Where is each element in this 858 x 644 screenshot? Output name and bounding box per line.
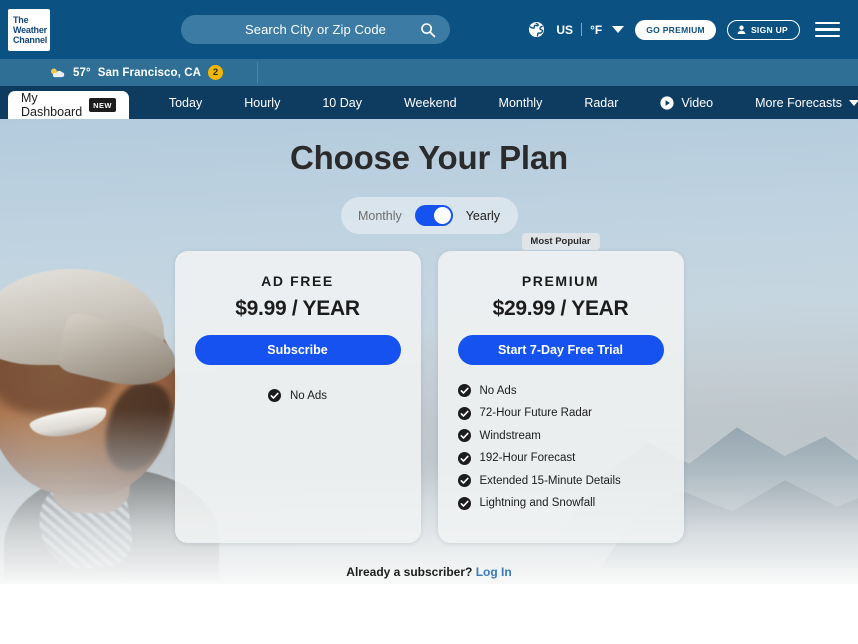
feature-item: Windstream [457,429,664,442]
location-city: San Francisco, CA [97,66,202,79]
nav-item-today[interactable]: Today [148,96,223,110]
page-title: Choose Your Plan [290,139,568,176]
plan-card-premium: Most Popular PREMIUM $29.99 / YEAR Start… [437,233,684,543]
feature-label: Lightning and Snowfall [479,497,596,509]
plan-name: PREMIUM [521,273,600,289]
divider [581,23,583,36]
feature-item: 192-Hour Forecast [457,451,664,465]
nav-item-label: Today [168,95,203,110]
nav-item-video[interactable]: Video [639,96,734,110]
current-location[interactable]: 57° San Francisco, CA 2 [49,65,224,80]
nav-item-label: Video [681,95,714,110]
existing-subscriber-prompt: Already a subscriber? Log In [0,565,858,579]
feature-item: Extended 15-Minute Details [457,474,664,487]
sign-up-button[interactable]: SIGN UP [726,19,800,40]
site-header: The Weather Channel Search City or Zip C… [0,0,858,59]
page-bottom-whitespace [0,584,858,640]
play-icon [660,95,674,110]
check-circle-icon [457,406,471,420]
nav-tab-label: My Dashboard [21,91,83,119]
hamburger-bar [815,21,840,25]
site-logo[interactable]: The Weather Channel [8,8,50,51]
feature-label: No Ads [289,389,328,402]
nav-item-label: 10 Day [322,95,362,110]
check-circle-icon [267,389,281,402]
location-temperature: 57° [73,66,91,79]
region-unit-selector[interactable]: US °F [556,22,625,37]
start-free-trial-button[interactable]: Start 7-Day Free Trial [457,335,664,365]
region-label: US [556,22,574,37]
billing-toggle-yearly-label[interactable]: Yearly [466,209,500,223]
partly-cloudy-icon [50,68,65,77]
feature-item: Lightning and Snowfall [457,496,664,510]
plan-name: AD FREE [261,273,334,289]
nav-item-label: Radar [584,95,619,110]
plan-feature-list: No Ads 72-Hour Future Radar Windstream 1… [457,384,664,510]
logo-line-2: Weather [13,24,47,35]
check-circle-icon [457,496,471,510]
hero-section: Choose Your Plan Monthly Yearly AD FREE … [0,119,858,584]
search-icon[interactable] [420,22,436,38]
plan-cards: AD FREE $9.99 / YEAR Subscribe No Ads Mo… [0,233,858,543]
check-circle-icon [457,451,471,465]
billing-toggle-switch[interactable] [414,205,453,226]
header-actions: US °F GO PREMIUM SIGN UP [528,0,840,59]
nav-item-label: Monthly [498,95,543,110]
divider [257,62,258,83]
unit-label: °F [590,22,603,37]
person-icon [737,25,746,34]
go-premium-button[interactable]: GO PREMIUM [635,19,716,40]
nav-item-weekend[interactable]: Weekend [383,96,478,110]
log-in-link[interactable]: Log In [476,565,512,579]
toggle-knob [433,207,451,224]
subscriber-prompt-text: Already a subscriber? [346,565,473,579]
nav-items: Today Hourly 10 Day Weekend Monthly Rada… [148,86,858,119]
check-circle-icon [457,429,471,442]
logo-line-3: Channel [13,34,48,45]
billing-toggle-monthly-label[interactable]: Monthly [358,209,402,223]
feature-label: 72-Hour Future Radar [479,407,593,419]
feature-item: No Ads [267,389,328,402]
alert-badge[interactable]: 2 [208,65,224,80]
plan-price: $29.99 / YEAR [492,297,629,320]
check-circle-icon [457,474,471,487]
globe-icon[interactable] [528,21,545,38]
hamburger-menu-icon[interactable] [815,21,840,38]
feature-label: Windstream [479,429,541,442]
nav-item-label: Weekend [403,95,457,110]
location-bar: 57° San Francisco, CA 2 [0,59,858,86]
check-circle-icon [457,384,471,397]
chevron-down-icon [848,99,858,106]
feature-label: No Ads [479,384,517,397]
feature-item: No Ads [457,384,664,397]
search-input[interactable]: Search City or Zip Code [181,15,450,44]
nav-item-more-forecasts[interactable]: More Forecasts [734,96,858,110]
nav-item-label: More Forecasts [755,95,842,110]
plan-feature-list: No Ads [195,389,401,402]
feature-item: 72-Hour Future Radar [457,406,664,420]
nav-item-label: Hourly [244,95,281,110]
search-placeholder: Search City or Zip Code [244,22,387,37]
hamburger-bar [815,28,840,31]
most-popular-badge: Most Popular [521,233,600,250]
hero-content: Choose Your Plan Monthly Yearly AD FREE … [0,139,858,579]
feature-label: Extended 15-Minute Details [479,474,621,487]
hamburger-bar [815,34,840,38]
main-navigation: My Dashboard NEW Today Hourly 10 Day Wee… [0,86,858,119]
billing-period-toggle[interactable]: Monthly Yearly [340,197,518,234]
new-badge: NEW [89,98,116,112]
plan-card-ad-free: AD FREE $9.99 / YEAR Subscribe No Ads [174,251,421,543]
sign-up-label: SIGN UP [750,24,788,35]
chevron-down-icon[interactable] [612,26,625,33]
nav-tab-my-dashboard[interactable]: My Dashboard NEW [8,91,129,119]
nav-item-radar[interactable]: Radar [563,96,639,110]
search-bar[interactable]: Search City or Zip Code [181,15,450,44]
logo-line-1: The [13,14,29,25]
plan-price: $9.99 / YEAR [235,297,360,320]
nav-item-hourly[interactable]: Hourly [223,96,301,110]
subscribe-button[interactable]: Subscribe [194,335,401,365]
nav-item-monthly[interactable]: Monthly [478,96,564,110]
feature-label: 192-Hour Forecast [479,452,576,464]
nav-item-10-day[interactable]: 10 Day [301,96,383,110]
